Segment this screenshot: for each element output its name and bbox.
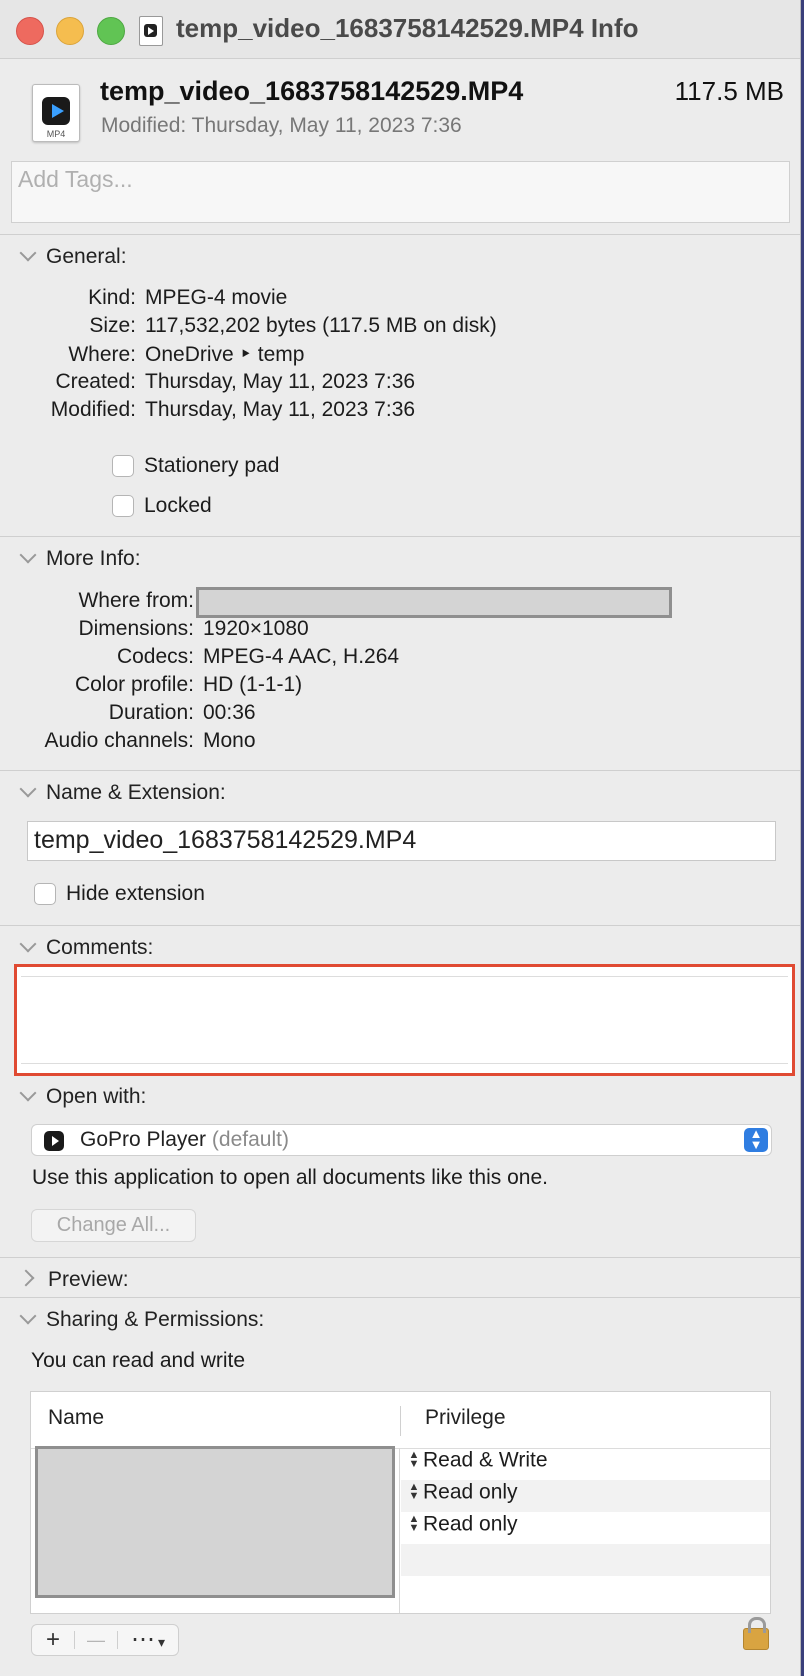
updown-arrows-icon: ▲ ▼ bbox=[408, 1449, 420, 1471]
permissions-segmented-control: + — ⋯ ▾ bbox=[31, 1624, 179, 1656]
title-document-icon bbox=[139, 16, 163, 46]
comments-disclosure[interactable]: Comments: bbox=[19, 935, 154, 960]
privilege-row[interactable]: ▲ ▼ Read only bbox=[401, 1480, 770, 1512]
sharing-summary: You can read and write bbox=[31, 1349, 246, 1372]
lock-icon[interactable] bbox=[743, 1617, 769, 1650]
file-icon-extension: MP4 bbox=[46, 129, 66, 139]
open-with-popup[interactable]: GoPro Player (default) ▲ ▼ bbox=[31, 1124, 772, 1156]
more-info-row-color-profile: Color profile: HD (1-1-1) bbox=[74, 673, 303, 696]
updown-arrows-icon: ▲ ▼ bbox=[408, 1481, 420, 1503]
get-info-window: temp_video_1683758142529.MP4 Info MP4 te… bbox=[0, 0, 801, 1676]
permissions-table-header: Name Privilege bbox=[31, 1392, 770, 1449]
zoom-window-button[interactable] bbox=[97, 17, 125, 45]
more-info-header: More Info: bbox=[46, 547, 141, 570]
open-with-app-name: GoPro Player bbox=[80, 1128, 207, 1151]
privilege-row-empty bbox=[401, 1544, 770, 1576]
privilege-row[interactable]: ▲ ▼ Read & Write bbox=[401, 1448, 770, 1480]
file-modified: Modified: Thursday, May 11, 2023 7:36 bbox=[101, 114, 462, 137]
remove-permission-button[interactable]: — bbox=[75, 1625, 117, 1655]
gopro-player-icon bbox=[44, 1131, 64, 1151]
title-bar: temp_video_1683758142529.MP4 Info bbox=[0, 0, 800, 59]
where-from-redacted bbox=[196, 587, 672, 618]
close-window-button[interactable] bbox=[16, 17, 44, 45]
permissions-table: Name Privilege ▲ ▼ Read & Write ▲ ▼ Read onl… bbox=[30, 1391, 771, 1614]
general-row-where: Where: OneDrive ‣ temp bbox=[68, 343, 305, 366]
change-all-button[interactable]: Change All... bbox=[31, 1209, 196, 1242]
stationery-pad-checkbox[interactable] bbox=[112, 455, 134, 477]
more-info-row-codecs: Codecs: MPEG-4 AAC, H.264 bbox=[116, 645, 400, 668]
chevron-down-icon bbox=[19, 244, 37, 262]
general-row-size: Size: 117,532,202 bytes (117.5 MB on disk… bbox=[89, 314, 497, 337]
sharing-disclosure[interactable]: Sharing & Permissions: bbox=[19, 1307, 265, 1332]
chevron-down-icon bbox=[19, 546, 37, 564]
chevron-right-icon bbox=[17, 1269, 35, 1287]
locked-label: Locked bbox=[144, 494, 212, 517]
popup-stepper-icon: ▲ ▼ bbox=[744, 1127, 768, 1152]
general-disclosure[interactable]: General: bbox=[19, 244, 127, 269]
window-title: temp_video_1683758142529.MP4 Info bbox=[176, 13, 639, 43]
updown-arrows-icon: ▲ ▼ bbox=[408, 1513, 420, 1535]
ellipsis-circle-icon: ⋯ bbox=[130, 1626, 155, 1653]
privilege-row[interactable]: ▲ ▼ Read only bbox=[401, 1512, 770, 1544]
tags-field[interactable]: Add Tags... bbox=[11, 161, 790, 223]
general-row-kind: Kind: MPEG-4 movie bbox=[88, 286, 288, 309]
general-row-modified: Modified: Thursday, May 11, 2023 7:36 bbox=[50, 398, 416, 421]
add-permission-button[interactable]: + bbox=[32, 1625, 74, 1655]
more-info-row-duration: Duration: 00:36 bbox=[108, 701, 256, 724]
more-info-row-dimensions: Dimensions: 1920×1080 bbox=[78, 617, 309, 640]
stationery-pad-label: Stationery pad bbox=[144, 454, 280, 477]
chevron-down-icon bbox=[19, 935, 37, 953]
permissions-names-redacted bbox=[35, 1446, 395, 1598]
open-with-header: Open with: bbox=[46, 1085, 147, 1108]
hide-extension-checkbox[interactable] bbox=[34, 883, 56, 905]
preview-disclosure[interactable]: Preview: bbox=[17, 1268, 129, 1292]
open-with-disclosure[interactable]: Open with: bbox=[19, 1084, 147, 1109]
comments-header: Comments: bbox=[46, 936, 154, 959]
more-info-disclosure[interactable]: More Info: bbox=[19, 546, 141, 571]
chevron-down-icon bbox=[19, 1307, 37, 1325]
open-with-description: Use this application to open all documen… bbox=[32, 1166, 548, 1189]
more-info-row-where-from: Where from: bbox=[78, 589, 194, 612]
preview-section: Preview: bbox=[0, 1257, 800, 1298]
name-extension-disclosure[interactable]: Name & Extension: bbox=[19, 780, 226, 805]
file-size: 117.5 MB bbox=[674, 76, 784, 106]
hide-extension-label: Hide extension bbox=[66, 882, 205, 905]
chevron-down-icon bbox=[19, 1084, 37, 1102]
more-info-row-audio-channels: Audio channels: Mono bbox=[44, 729, 256, 752]
mp4-file-icon: MP4 bbox=[32, 84, 80, 142]
chevron-down-icon: ▾ bbox=[157, 1634, 166, 1650]
locked-checkbox[interactable] bbox=[112, 495, 134, 517]
comments-field[interactable] bbox=[14, 964, 795, 1076]
preview-header: Preview: bbox=[48, 1268, 129, 1291]
sharing-header: Sharing & Permissions: bbox=[46, 1308, 265, 1331]
general-row-created: Created: Thursday, May 11, 2023 7:36 bbox=[55, 370, 416, 393]
file-header: MP4 temp_video_1683758142529.MP4 117.5 M… bbox=[0, 58, 800, 158]
general-header: General: bbox=[46, 245, 127, 268]
minimize-window-button[interactable] bbox=[56, 17, 84, 45]
name-extension-field[interactable]: temp_video_1683758142529.MP4 bbox=[27, 821, 776, 861]
name-extension-header: Name & Extension: bbox=[46, 781, 226, 804]
column-header-name[interactable]: Name bbox=[48, 1406, 104, 1430]
file-name: temp_video_1683758142529.MP4 bbox=[100, 76, 524, 106]
column-header-privilege[interactable]: Privilege bbox=[425, 1406, 506, 1430]
open-with-default: (default) bbox=[211, 1128, 289, 1151]
chevron-down-icon bbox=[19, 780, 37, 798]
action-menu-button[interactable]: ⋯ ▾ bbox=[118, 1625, 178, 1655]
